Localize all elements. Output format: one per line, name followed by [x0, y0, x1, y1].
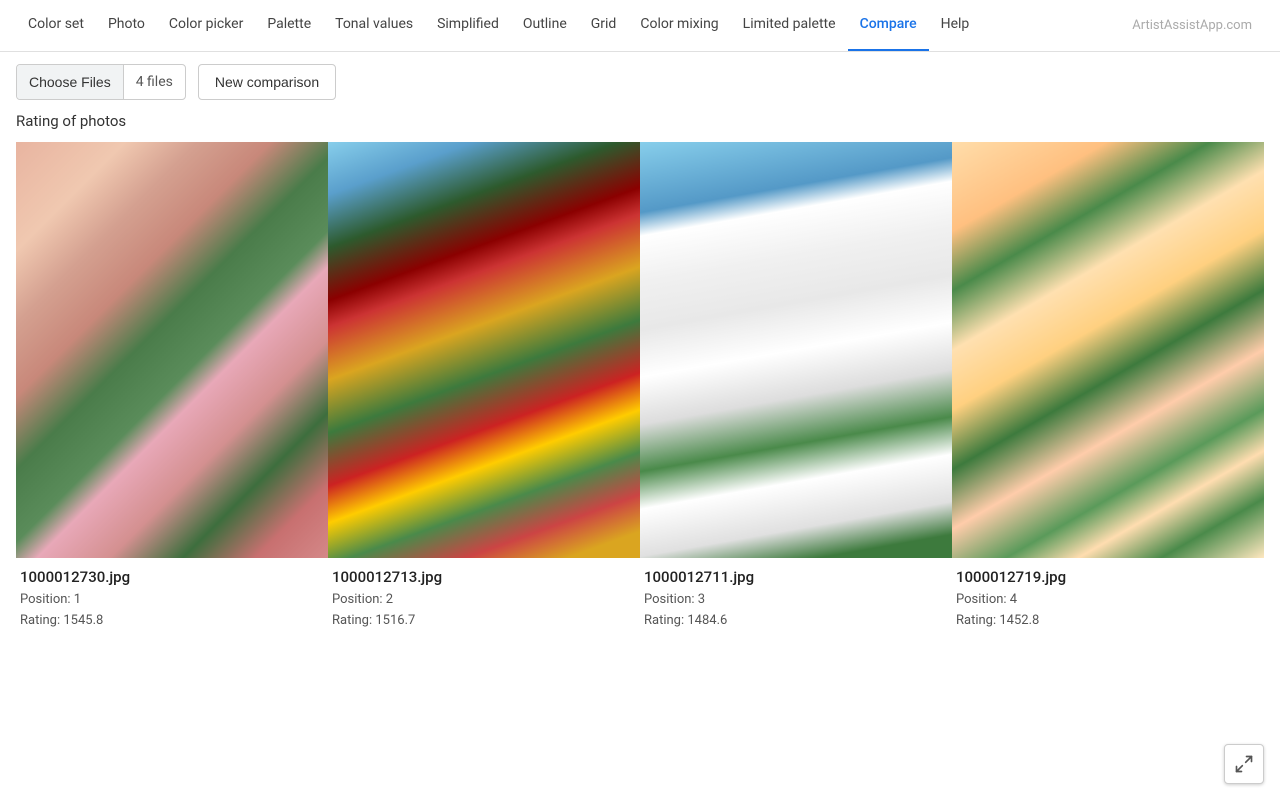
photo-filename-2: 1000012713.jpg	[332, 568, 636, 586]
section-heading: Rating of photos	[0, 112, 1280, 142]
nav-item-simplified[interactable]: Simplified	[425, 0, 511, 52]
main-nav: Color setPhotoColor pickerPaletteTonal v…	[0, 0, 1280, 52]
nav-item-outline[interactable]: Outline	[511, 0, 579, 52]
nav-item-compare[interactable]: Compare	[848, 0, 929, 52]
photo-filename-1: 1000012730.jpg	[20, 568, 324, 586]
photo-filename-3: 1000012711.jpg	[644, 568, 948, 586]
nav-item-tonal-values[interactable]: Tonal values	[323, 0, 425, 52]
nav-item-palette[interactable]: Palette	[255, 0, 323, 52]
nav-brand: ArtistAssistApp.com	[1120, 18, 1264, 33]
photo-image-2	[328, 142, 640, 558]
photo-image-4	[952, 142, 1264, 558]
photo-grid: 1000012730.jpgPosition: 1Rating: 1545.81…	[0, 142, 1280, 644]
nav-item-color-picker[interactable]: Color picker	[157, 0, 255, 52]
nav-item-grid[interactable]: Grid	[579, 0, 629, 52]
toolbar: Choose Files 4 files New comparison	[0, 52, 1280, 112]
photo-meta-4: Position: 4Rating: 1452.8	[956, 590, 1260, 632]
photo-card-3: 1000012711.jpg Position: 3Rating: 1484.6	[640, 142, 952, 644]
file-count: 4 files	[124, 74, 185, 90]
photo-image-3	[640, 142, 952, 558]
nav-item-color-set[interactable]: Color set	[16, 0, 96, 52]
nav-item-photo[interactable]: Photo	[96, 0, 157, 52]
photo-filename-4: 1000012719.jpg	[956, 568, 1260, 586]
new-comparison-button[interactable]: New comparison	[198, 64, 336, 100]
nav-item-help[interactable]: Help	[929, 0, 982, 52]
photo-image-1	[16, 142, 328, 558]
photo-info-2: 1000012713.jpg Position: 2Rating: 1516.7	[328, 558, 640, 644]
photo-card-4: 1000012719.jpg Position: 4Rating: 1452.8	[952, 142, 1264, 644]
photo-meta-3: Position: 3Rating: 1484.6	[644, 590, 948, 632]
choose-files-button[interactable]: Choose Files	[17, 64, 124, 100]
photo-info-1: 1000012730.jpg Position: 1Rating: 1545.8	[16, 558, 328, 644]
nav-item-color-mixing[interactable]: Color mixing	[628, 0, 730, 52]
photo-card-2: 1000012713.jpg Position: 2Rating: 1516.7	[328, 142, 640, 644]
photo-info-4: 1000012719.jpg Position: 4Rating: 1452.8	[952, 558, 1264, 644]
photo-card-1: 1000012730.jpg Position: 1Rating: 1545.8	[16, 142, 328, 644]
photo-meta-1: Position: 1Rating: 1545.8	[20, 590, 324, 632]
nav-item-limited-palette[interactable]: Limited palette	[731, 0, 848, 52]
file-input-wrapper: Choose Files 4 files	[16, 64, 186, 100]
expand-button[interactable]	[1224, 744, 1264, 784]
photo-info-3: 1000012711.jpg Position: 3Rating: 1484.6	[640, 558, 952, 644]
photo-meta-2: Position: 2Rating: 1516.7	[332, 590, 636, 632]
